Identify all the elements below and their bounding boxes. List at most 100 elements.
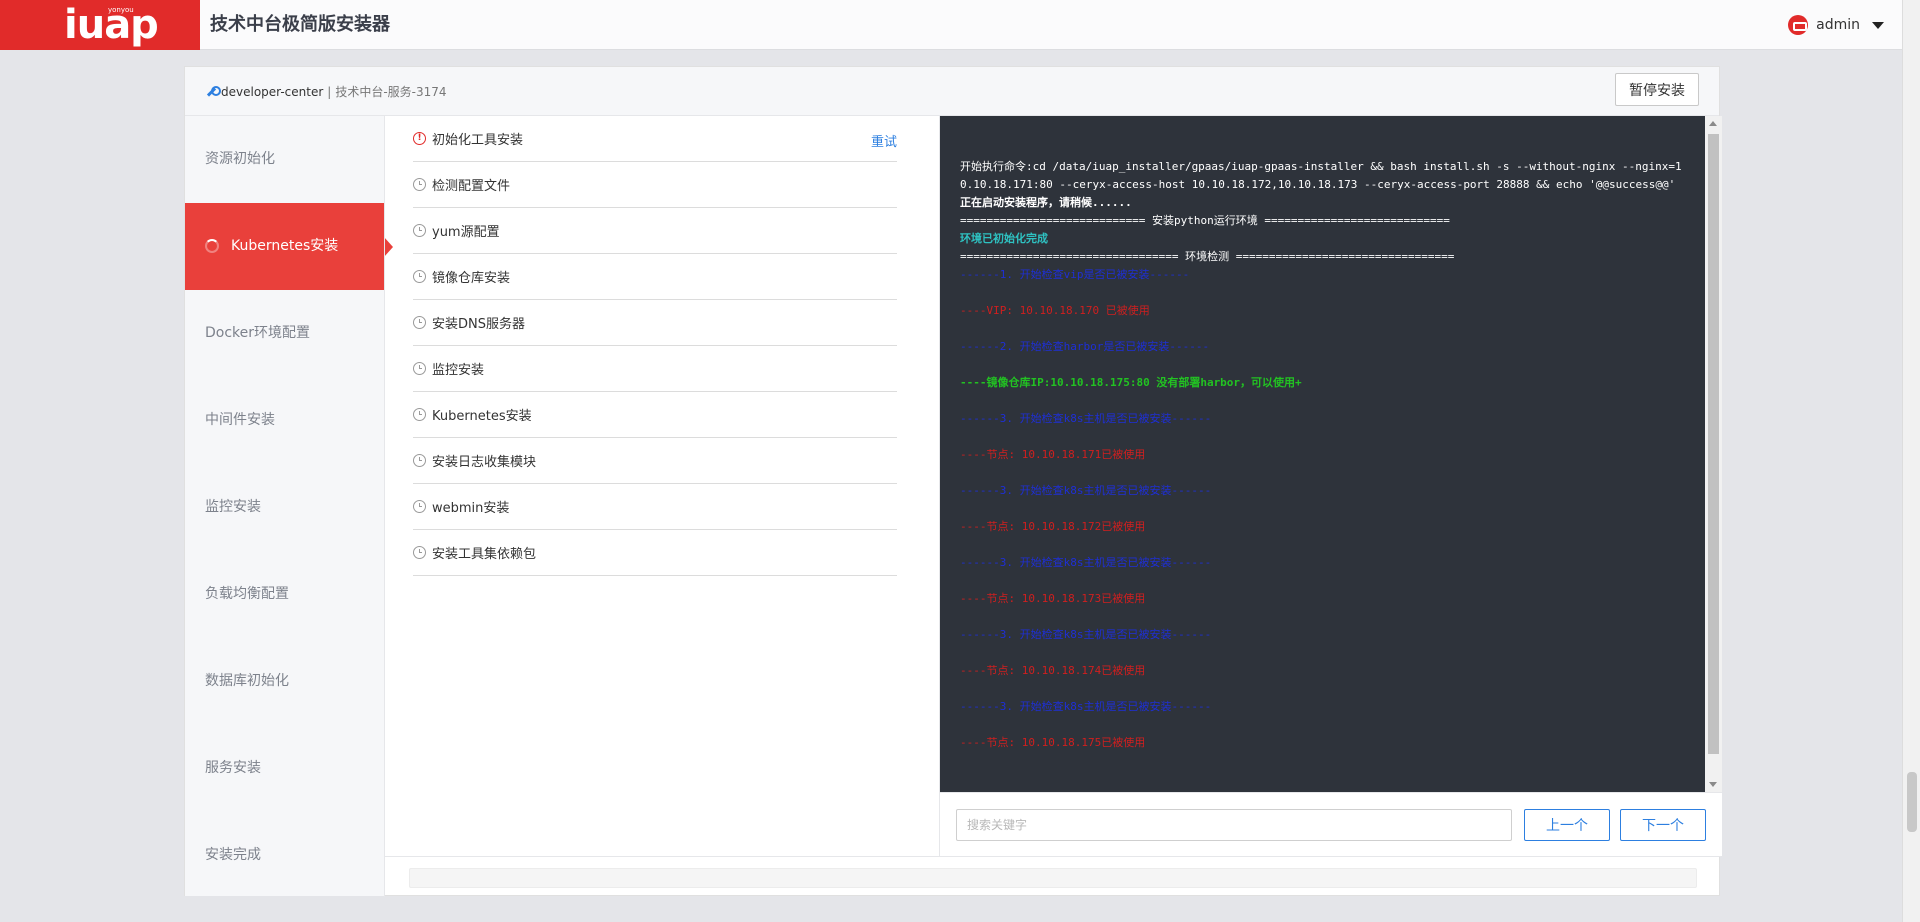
step-item[interactable]: Docker环境配置 <box>185 290 384 377</box>
log-spacer <box>960 572 1685 590</box>
log-spacer <box>960 464 1685 482</box>
window-scrollbar-thumb[interactable] <box>1907 772 1917 832</box>
step-item[interactable]: 资源初始化 <box>185 116 384 203</box>
log-line: ------3. 开始检查k8s主机是否已被安装------ <box>960 700 1212 713</box>
step-item[interactable]: 监控安装 <box>185 464 384 551</box>
log-spacer <box>960 320 1685 338</box>
pause-install-button[interactable]: 暂停安装 <box>1615 73 1699 106</box>
log-line: ------3. 开始检查k8s主机是否已被安装------ <box>960 484 1212 497</box>
log-terminal: 开始执行命令:cd /data/iuap_installer/gpaas/iua… <box>940 116 1705 792</box>
log-line: ----节点: 10.10.18.173已被使用 <box>960 592 1146 605</box>
prev-match-button[interactable]: 上一个 <box>1524 809 1610 841</box>
retry-link[interactable]: 重试 <box>871 131 897 150</box>
step-item[interactable]: 负载均衡配置 <box>185 551 384 638</box>
task-row: 安装DNS服务器 <box>413 300 897 346</box>
task-row: yum源配置 <box>413 208 897 254</box>
clock-icon <box>413 178 426 191</box>
task-row: webmin安装 <box>413 484 897 530</box>
app-title: 技术中台极简版安装器 <box>210 14 390 35</box>
log-line: ================================= 环境检测 =… <box>960 250 1455 263</box>
log-spacer <box>960 716 1685 734</box>
log-scrollbar[interactable] <box>1705 116 1722 792</box>
caret-down-icon[interactable] <box>1872 21 1884 29</box>
wrench-icon <box>205 85 221 98</box>
clock-icon <box>413 454 426 467</box>
log-spacer <box>960 392 1685 410</box>
task-label: 镜像仓库安装 <box>432 271 511 286</box>
step-label: 监控安装 <box>205 499 261 515</box>
user-name: admin <box>1816 17 1860 33</box>
breadcrumb-main: developer-center <box>221 84 324 99</box>
clock-icon <box>413 546 426 559</box>
clock-icon <box>413 224 426 237</box>
task-row: 安装日志收集模块 <box>413 438 897 484</box>
step-menu: 资源初始化 Kubernetes安装 Docker环境配置中间件安装监控安装负载均衡… <box>185 116 393 899</box>
clock-icon <box>413 270 426 283</box>
task-list: ! 初始化工具安装 重试检测配置文件 yum源配置镜像仓库安装 安装DNS服务器 监控安装… <box>384 116 940 856</box>
task-row: Kubernetes安装 <box>413 392 897 438</box>
logo-text: iuap <box>64 2 159 48</box>
log-line: ------3. 开始检查k8s主机是否已被安装------ <box>960 556 1212 569</box>
task-label: Kubernetes安装 <box>432 409 532 424</box>
task-label: 安装工具集依赖包 <box>432 547 537 562</box>
log-spacer <box>960 608 1685 626</box>
log-panel: 开始执行命令:cd /data/iuap_installer/gpaas/iua… <box>939 116 1722 856</box>
user-menu[interactable]: admin <box>1788 0 1884 50</box>
step-label: 中间件安装 <box>205 412 275 428</box>
task-row: ! 初始化工具安装 重试 <box>413 116 897 162</box>
task-label: webmin安装 <box>432 501 510 516</box>
step-item[interactable]: 数据库初始化 <box>185 638 384 725</box>
step-item[interactable]: 服务安装 <box>185 725 384 812</box>
scroll-down-icon[interactable] <box>1709 782 1717 787</box>
log-spacer <box>960 644 1685 662</box>
window-scrollbar[interactable] <box>1902 0 1920 922</box>
task-label: 监控安装 <box>432 363 485 378</box>
log-line: ------3. 开始检查k8s主机是否已被安装------ <box>960 412 1212 425</box>
next-match-button[interactable]: 下一个 <box>1620 809 1706 841</box>
installer-card: developer-center | 技术中台-服务-3174 暂停安装 资源初… <box>184 66 1722 899</box>
log-spacer <box>960 284 1685 302</box>
breadcrumb-separator: | <box>327 84 332 99</box>
log-line: ------3. 开始检查k8s主机是否已被安装------ <box>960 628 1212 641</box>
log-line: ----节点: 10.10.18.175已被使用 <box>960 736 1146 749</box>
spinner-icon <box>205 239 219 253</box>
task-label: 安装DNS服务器 <box>432 317 525 332</box>
log-search-bar: 上一个 下一个 <box>940 792 1722 856</box>
log-line: ------1. 开始检查vip是否已被安装------ <box>960 268 1190 281</box>
scroll-up-icon[interactable] <box>1709 121 1717 126</box>
log-line: 正在启动安装程序，请稍候...... <box>960 196 1132 209</box>
log-spacer <box>960 500 1685 518</box>
step-label: 资源初始化 <box>205 151 275 167</box>
step-label: 安装完成 <box>205 847 261 863</box>
clock-icon <box>413 408 426 421</box>
log-line: ----节点: 10.10.18.171已被使用 <box>960 448 1146 461</box>
step-label: Kubernetes安装 <box>231 238 339 254</box>
log-line: ----镜像仓库IP:10.10.18.175:80 没有部署harbor，可以… <box>960 376 1302 389</box>
clock-icon <box>413 362 426 375</box>
progress-area <box>384 856 1721 897</box>
log-scrollbar-thumb[interactable] <box>1708 134 1719 754</box>
log-line: ----节点: 10.10.18.174已被使用 <box>960 664 1146 677</box>
card-header: developer-center | 技术中台-服务-3174 暂停安装 <box>185 67 1719 116</box>
top-bar: yonyou iuap 技术中台极简版安装器 admin <box>0 0 1902 50</box>
logo: yonyou iuap <box>0 0 200 50</box>
task-row: 检测配置文件 <box>413 162 897 208</box>
progress-bar <box>409 868 1697 888</box>
user-avatar-icon <box>1788 15 1809 35</box>
search-input[interactable] <box>956 809 1512 841</box>
step-item[interactable]: Kubernetes安装 <box>185 203 393 290</box>
log-line: ------2. 开始检查harbor是否已被安装------ <box>960 340 1210 353</box>
task-row: 监控安装 <box>413 346 897 392</box>
task-label: 检测配置文件 <box>432 179 511 194</box>
step-label: 数据库初始化 <box>205 673 289 689</box>
step-label: 服务安装 <box>205 760 261 776</box>
log-spacer <box>960 680 1685 698</box>
log-line: ----VIP: 10.10.18.170 已被使用 <box>960 304 1150 317</box>
error-circle-icon: ! <box>413 132 426 145</box>
step-item[interactable]: 中间件安装 <box>185 377 384 464</box>
step-item[interactable]: 安装完成 <box>185 812 384 899</box>
clock-icon <box>413 316 426 329</box>
task-row: 安装工具集依赖包 <box>413 530 897 576</box>
log-line: ----节点: 10.10.18.172已被使用 <box>960 520 1146 533</box>
breadcrumb: developer-center | 技术中台-服务-3174 <box>205 83 447 100</box>
